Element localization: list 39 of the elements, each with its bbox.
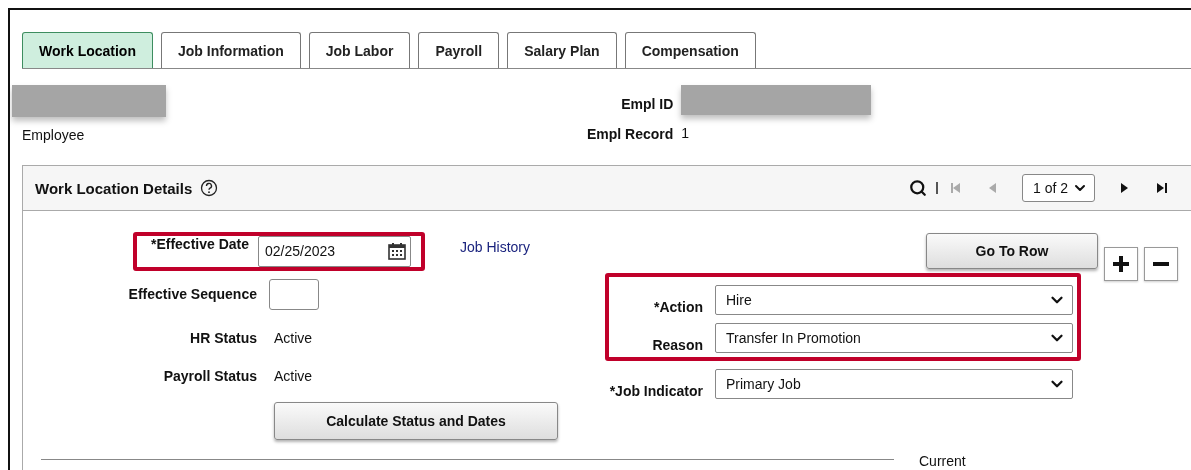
help-icon[interactable] — [200, 179, 219, 197]
field-label: *Action — [653, 299, 703, 315]
calculate-button[interactable]: Calculate Status and Dates — [274, 402, 558, 440]
status-value: Active — [274, 330, 313, 346]
minus-icon — [1153, 262, 1169, 266]
delete-row-button[interactable] — [1144, 247, 1178, 281]
field-label: *Effective Date — [149, 235, 249, 254]
plus-icon — [1113, 256, 1129, 272]
calendar-icon[interactable] — [388, 242, 406, 260]
current-label: Current — [919, 453, 966, 469]
field-label: Reason — [651, 337, 703, 353]
last-page-icon[interactable] — [1155, 181, 1167, 195]
sequence-field[interactable] — [269, 278, 319, 310]
date-field[interactable]: 02/25/2023 — [258, 235, 411, 267]
row-pager-dropdown[interactable]: 1 of 2 — [1021, 174, 1095, 202]
dropdown-field[interactable]: Hire — [715, 285, 1073, 315]
tab[interactable]: Work Location — [22, 32, 153, 68]
empl-record-value: 1 — [681, 125, 691, 141]
empl-id-label: Empl ID — [621, 96, 674, 112]
tab[interactable]: Job Labor — [308, 32, 411, 68]
tab[interactable]: Compensation — [624, 32, 756, 68]
employee-label: Employee — [22, 127, 86, 143]
go-to-row-button[interactable]: Go To Row — [926, 233, 1098, 269]
tab[interactable]: Salary Plan — [507, 32, 617, 68]
job-history-link[interactable]: Job History — [460, 239, 531, 255]
tab[interactable]: Job Information — [160, 32, 301, 68]
dropdown-field[interactable]: Primary Job — [715, 369, 1073, 399]
empl-record-label: Empl Record — [587, 126, 674, 142]
field-label: Payroll Status — [162, 368, 257, 384]
field-label: *Job Indicator — [609, 383, 703, 399]
separator-icon — [935, 182, 938, 194]
dropdown-field[interactable]: Transfer In Promotion — [715, 323, 1073, 353]
tab[interactable]: Payroll — [418, 32, 500, 68]
field-label: Effective Sequence — [127, 286, 257, 302]
panel-title: Work Location Details — [35, 179, 193, 197]
status-value: Active — [274, 368, 313, 384]
add-row-button[interactable] — [1104, 247, 1138, 281]
field-label: HR Status — [189, 330, 257, 346]
search-icon[interactable] — [908, 179, 927, 197]
